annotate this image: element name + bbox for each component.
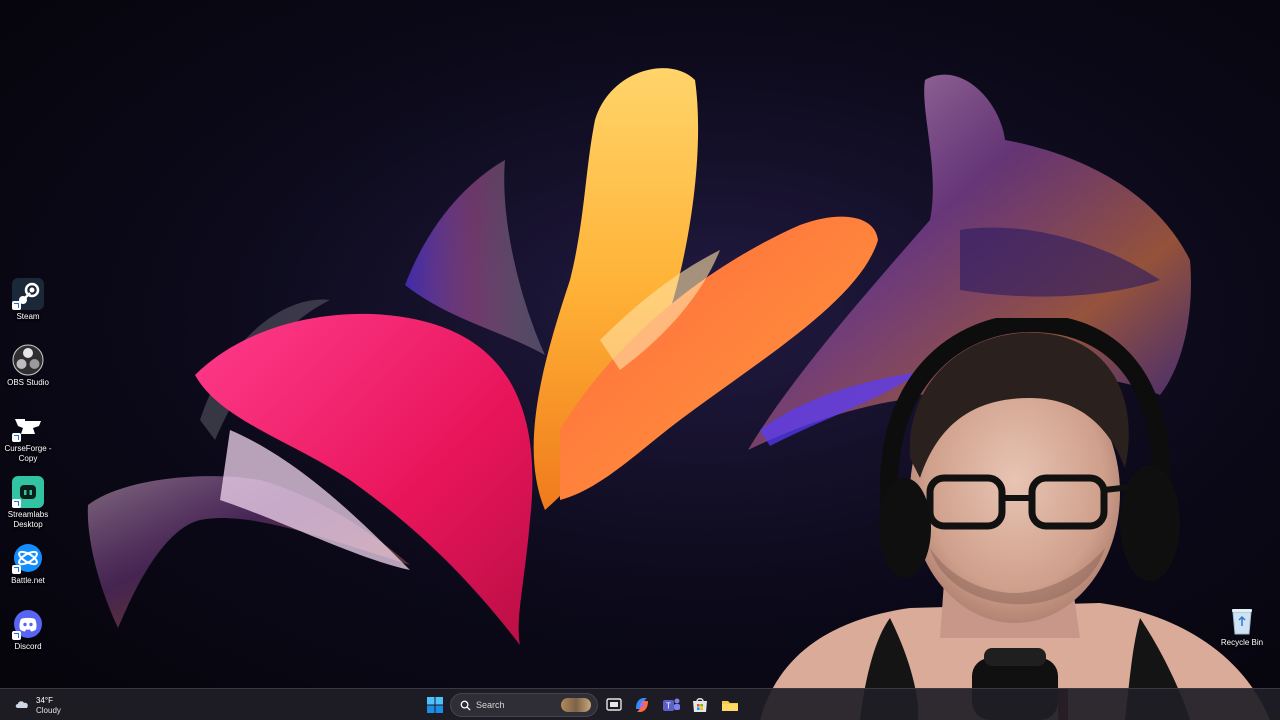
shortcut-arrow-icon (12, 301, 21, 310)
weather-condition: Cloudy (36, 706, 61, 715)
shortcut-arrow-icon (12, 631, 21, 640)
svg-text:T: T (666, 702, 671, 711)
copilot-icon (636, 698, 648, 712)
desktop-icon-label: Streamlabs Desktop (7, 510, 49, 529)
desktop-icon-streamlabs-desktop[interactable]: Streamlabs Desktop (2, 472, 54, 529)
shortcut-arrow-icon (12, 499, 21, 508)
desktop-icon-battle-net[interactable]: Battle.net (2, 538, 54, 600)
file-explorer-button[interactable] (718, 693, 742, 717)
obs-icon (12, 344, 44, 376)
desktop-icon-curseforge-copy[interactable]: CurseForge - Copy (2, 406, 54, 463)
battlenet-icon (12, 542, 44, 574)
store-icon (693, 698, 707, 712)
taskbar-search[interactable]: Search (450, 693, 598, 717)
search-highlight-image (561, 698, 591, 712)
store-button[interactable] (688, 693, 712, 717)
teams-button[interactable]: T (659, 693, 683, 717)
desktop-icon-label: CurseForge - Copy (4, 444, 52, 463)
copilot-button[interactable] (630, 693, 654, 717)
task-view-button[interactable] (602, 693, 626, 717)
desktop-icon-label: Battle.net (11, 576, 45, 585)
desktop: Steam OBS Studio CurseForge - Copy Strea… (0, 0, 1280, 720)
steam-icon (12, 278, 44, 310)
search-label: Search (476, 700, 505, 710)
task-view-icon (606, 698, 622, 711)
streamlabs-icon (12, 476, 44, 508)
desktop-icon-label: Steam (16, 312, 40, 321)
desktop-icon-obs-studio[interactable]: OBS Studio (2, 340, 54, 402)
file-explorer-icon (722, 701, 738, 711)
webcam-overlay (760, 318, 1270, 720)
shortcut-arrow-icon (12, 565, 21, 574)
desktop-icon-label: OBS Studio (7, 378, 49, 387)
desktop-icon-label: Discord (14, 642, 42, 651)
curseforge-icon (12, 410, 44, 442)
desktop-icon-discord[interactable]: Discord (2, 604, 54, 666)
shortcut-arrow-icon (12, 433, 21, 442)
weather-widget[interactable]: 34°F Cloudy (10, 693, 80, 717)
discord-icon (12, 608, 44, 640)
start-button[interactable] (423, 693, 447, 717)
teams-icon: T (663, 698, 680, 711)
weather-temperature: 34°F (36, 696, 53, 705)
cloud-icon (15, 701, 28, 708)
desktop-icon-steam[interactable]: Steam (2, 274, 54, 336)
taskbar: 34°F Cloudy Search T (0, 688, 1280, 720)
windows-start-icon (427, 697, 443, 713)
search-icon (460, 700, 471, 711)
